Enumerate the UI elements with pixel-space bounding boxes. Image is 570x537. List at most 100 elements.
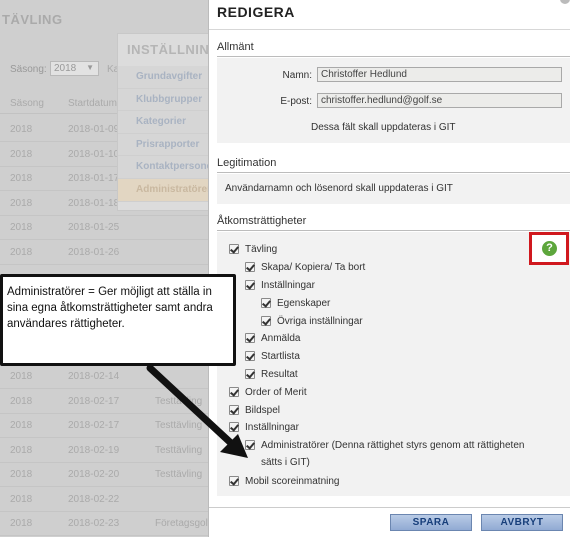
permission-label: Bildspel bbox=[245, 405, 281, 416]
settings-item-kontaktpersoner[interactable]: Kontaktpersoner bbox=[118, 156, 210, 179]
legitimation-panel: Användarnamn och lösenord skall uppdater… bbox=[217, 174, 570, 204]
settings-item-kategorier[interactable]: Kategorier bbox=[118, 111, 210, 134]
permission-label: Administratörer (Denna rättighet styrs g… bbox=[261, 440, 525, 468]
table-row[interactable]: 2018 2018-01-25 bbox=[0, 215, 210, 240]
permission-tavling[interactable]: Tävling bbox=[229, 243, 277, 259]
table-row[interactable]: 2018 2018-02-17 Testtävling bbox=[0, 389, 210, 414]
section-general-heading: Allmänt bbox=[217, 41, 254, 53]
checkbox-checked-icon[interactable] bbox=[229, 387, 239, 397]
table-cell-season: 2018 bbox=[10, 494, 33, 505]
table-cell-date: 2018-02-23 bbox=[68, 518, 120, 529]
table-cell-date: 2018-02-17 bbox=[68, 420, 120, 431]
name-label: Namn: bbox=[282, 70, 312, 81]
settings-item-klubbgrupper[interactable]: Klubbgrupper bbox=[118, 88, 210, 112]
permission-label: Övriga inställningar bbox=[277, 316, 363, 327]
page-title: TÄVLING bbox=[2, 12, 63, 27]
table-row[interactable]: 2018 2018-02-17 Testtävling bbox=[0, 413, 210, 438]
season-value: 2018 bbox=[54, 63, 77, 74]
section-access-heading: Åtkomsträttigheter bbox=[217, 215, 307, 227]
permission-administratorer[interactable]: Administratörer (Denna rättighet styrs g… bbox=[245, 439, 545, 471]
checkbox-checked-icon[interactable] bbox=[245, 351, 255, 361]
checkbox-checked-icon[interactable] bbox=[245, 333, 255, 343]
settings-menu: Grundavgifter Klubbgrupper Kategorier Pr… bbox=[118, 66, 210, 202]
email-field[interactable]: christoffer.hedlund@golf.se bbox=[317, 93, 562, 108]
checkbox-checked-icon[interactable] bbox=[261, 316, 271, 326]
close-icon[interactable] bbox=[560, 0, 570, 4]
footer-divider bbox=[209, 507, 570, 508]
table-cell-season: 2018 bbox=[10, 173, 33, 184]
table-cell-season: 2018 bbox=[10, 124, 33, 135]
settings-item-administratorer[interactable]: Administratörer bbox=[118, 178, 210, 202]
table-cell-season: 2018 bbox=[10, 247, 33, 258]
season-label: Säsong: bbox=[10, 64, 47, 75]
permission-resultat[interactable]: Resultat bbox=[245, 368, 298, 384]
help-highlight: ? bbox=[529, 232, 569, 265]
table-cell-date: 2018-01-26 bbox=[68, 247, 120, 258]
table-cell-season: 2018 bbox=[10, 149, 33, 160]
table-cell-date: 2018-01-18 bbox=[68, 198, 120, 209]
checkbox-checked-icon[interactable] bbox=[229, 405, 239, 415]
permission-label: Tävling bbox=[245, 244, 278, 255]
checkbox-checked-icon[interactable] bbox=[245, 280, 255, 290]
permission-mobil-scoreinmatning[interactable]: Mobil scoreinmatning bbox=[229, 475, 340, 491]
checkbox-checked-icon[interactable] bbox=[229, 422, 239, 432]
table-row[interactable]: 2018 2018-02-23 Företagsgolf bbox=[0, 511, 210, 536]
table-cell-date: 2018-02-19 bbox=[68, 445, 120, 456]
checkbox-checked-icon[interactable] bbox=[229, 476, 239, 486]
column-header-startdate[interactable]: Startdatum bbox=[68, 98, 117, 109]
table-cell-name: Testtävling bbox=[155, 445, 203, 456]
table-cell-date: 2018-02-17 bbox=[68, 396, 120, 407]
section-divider bbox=[217, 56, 570, 57]
checkbox-checked-icon[interactable] bbox=[229, 244, 239, 254]
save-button[interactable]: SPARA bbox=[390, 514, 472, 531]
chevron-down-icon: ▼ bbox=[86, 63, 94, 72]
permission-bildspel[interactable]: Bildspel bbox=[229, 404, 280, 420]
settings-item-grundavgifter[interactable]: Grundavgifter bbox=[118, 66, 210, 89]
permission-label: Skapa/ Kopiera/ Ta bort bbox=[261, 262, 366, 273]
table-cell-season: 2018 bbox=[10, 396, 33, 407]
permission-installningar[interactable]: Inställningar bbox=[245, 279, 315, 295]
permission-order-of-merit[interactable]: Order of Merit bbox=[229, 386, 307, 402]
annotation-callout: Administratörer = Ger möjligt att ställa… bbox=[0, 274, 236, 366]
checkbox-checked-icon[interactable] bbox=[245, 440, 255, 450]
table-row[interactable]: 2018 2018-01-26 bbox=[0, 240, 210, 265]
table-cell-date: 2018-02-22 bbox=[68, 494, 120, 505]
settings-item-prisrapporter[interactable]: Prisrapporter bbox=[118, 133, 210, 157]
permission-ovriga-installningar[interactable]: Övriga inställningar bbox=[261, 315, 363, 331]
section-divider bbox=[217, 230, 570, 231]
permission-installningar-general[interactable]: Inställningar bbox=[229, 421, 299, 437]
table-cell-name: Testtävling bbox=[155, 420, 203, 431]
permission-label: Egenskaper bbox=[277, 298, 331, 309]
permission-anmalda[interactable]: Anmälda bbox=[245, 332, 300, 348]
permission-egenskaper[interactable]: Egenskaper bbox=[261, 297, 330, 313]
table-row[interactable]: 2018 2018-02-22 bbox=[0, 487, 210, 512]
permission-label: Startlista bbox=[261, 351, 300, 362]
table-cell-season: 2018 bbox=[10, 198, 33, 209]
table-cell-date: 2018-01-09 bbox=[68, 124, 120, 135]
section-legitimation-heading: Legitimation bbox=[217, 157, 277, 169]
table-cell-name: Testtävling bbox=[155, 469, 203, 480]
table-row[interactable]: 2018 2018-02-14 bbox=[0, 364, 210, 389]
permission-label: Mobil scoreinmatning bbox=[245, 476, 340, 487]
general-note: Dessa fält skall uppdateras i GIT bbox=[311, 122, 456, 133]
annotation-text: Administratörer = Ger möjligt att ställa… bbox=[7, 286, 213, 330]
cancel-button[interactable]: AVBRYT bbox=[481, 514, 563, 531]
help-icon[interactable]: ? bbox=[542, 241, 557, 256]
table-cell-season: 2018 bbox=[10, 371, 33, 382]
title-divider bbox=[209, 29, 570, 30]
table-row[interactable]: 2018 2018-02-20 Testtävling bbox=[0, 462, 210, 487]
section-divider bbox=[217, 172, 570, 173]
checkbox-checked-icon[interactable] bbox=[245, 369, 255, 379]
table-cell-date: 2018-02-14 bbox=[68, 371, 120, 382]
season-select[interactable]: 2018 ▼ bbox=[50, 61, 99, 76]
table-row[interactable]: 2018 2018-02-19 Testtävling bbox=[0, 438, 210, 463]
name-field[interactable]: Christoffer Hedlund bbox=[317, 67, 562, 82]
checkbox-checked-icon[interactable] bbox=[245, 262, 255, 272]
column-header-season[interactable]: Säsong bbox=[10, 98, 44, 109]
permission-startlista[interactable]: Startlista bbox=[245, 350, 300, 366]
permission-label: Inställningar bbox=[261, 280, 315, 291]
permission-skapa[interactable]: Skapa/ Kopiera/ Ta bort bbox=[245, 261, 365, 277]
settings-panel: INSTÄLLNINGAR Grundavgifter Klubbgrupper… bbox=[117, 33, 210, 211]
settings-title: INSTÄLLNINGAR bbox=[127, 42, 210, 57]
checkbox-checked-icon[interactable] bbox=[261, 298, 271, 308]
